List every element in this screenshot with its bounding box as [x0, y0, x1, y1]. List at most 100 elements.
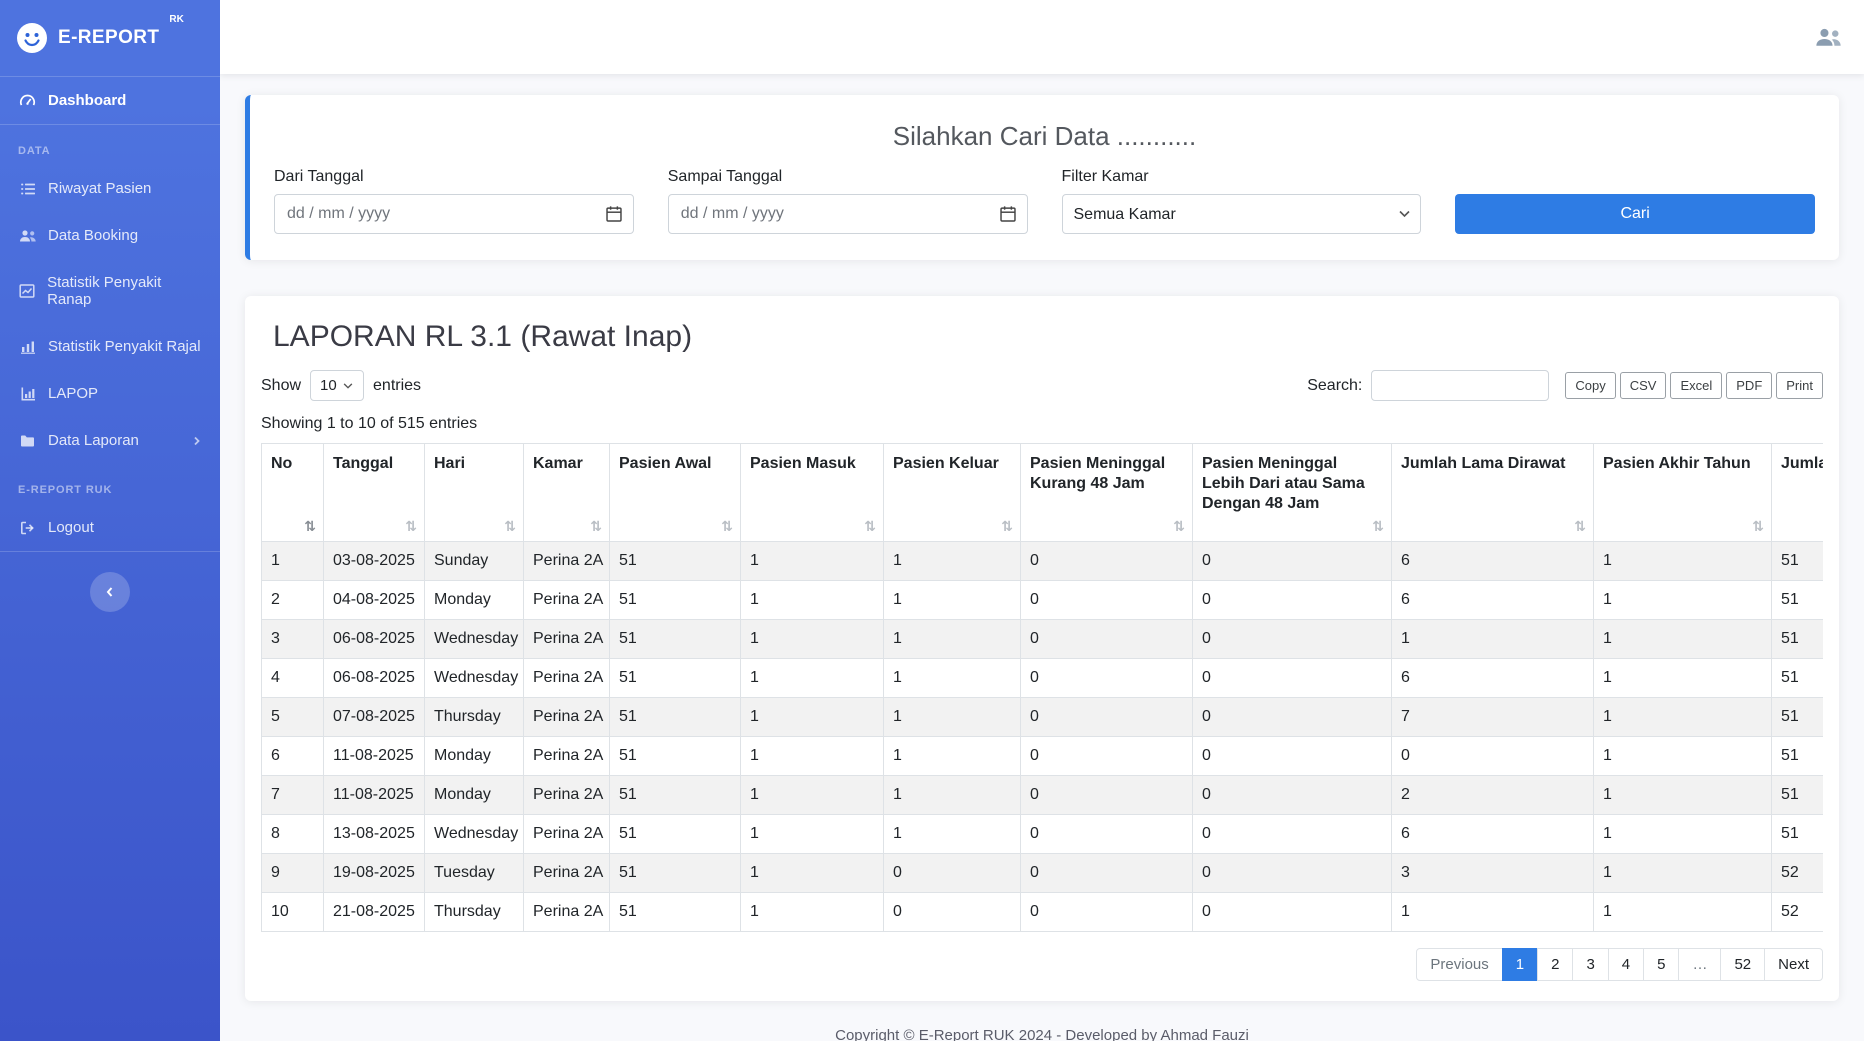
- table-row: 919-08-2025TuesdayPerina 2A5110003152: [262, 854, 1824, 893]
- column-header[interactable]: Jumlah Lama Dirawat⇅: [1392, 444, 1594, 542]
- sidebar-item-statistik-penyakit-ranap[interactable]: Statistik Penyakit Ranap: [0, 259, 220, 323]
- sidebar-item-data-booking[interactable]: Data Booking: [0, 212, 220, 259]
- cari-group: Cari: [1455, 168, 1815, 234]
- table-cell: 51: [610, 581, 741, 620]
- table-cell: 1: [1594, 854, 1772, 893]
- sidebar-toggle-button[interactable]: [90, 572, 130, 612]
- report-title: LAPORAN RL 3.1 (Rawat Inap): [273, 320, 1823, 354]
- column-header[interactable]: Pasien Akhir Tahun⇅: [1594, 444, 1772, 542]
- sidebar: E-REPORT RK Dashboard DATA Riwayat Pasie…: [0, 0, 220, 1041]
- column-header[interactable]: Tanggal⇅: [324, 444, 425, 542]
- sidebar-item-data-laporan[interactable]: Data Laporan: [0, 417, 220, 464]
- sort-icon: ⇅: [304, 519, 316, 537]
- filter-kamar-select[interactable]: Semua Kamar: [1062, 194, 1422, 234]
- pagination-previous-button[interactable]: Previous: [1416, 948, 1502, 981]
- sort-icon: ⇅: [1752, 519, 1764, 537]
- table-cell: 1: [884, 542, 1021, 581]
- export-pdf-button[interactable]: PDF: [1726, 372, 1772, 399]
- table-cell: Monday: [425, 737, 524, 776]
- sidebar-item-label: LAPOP: [48, 385, 98, 402]
- cari-button[interactable]: Cari: [1455, 194, 1815, 234]
- table-cell: 1: [1594, 815, 1772, 854]
- table-cell: 1: [884, 737, 1021, 776]
- pagination-page-52-button[interactable]: 52: [1720, 948, 1765, 981]
- column-header[interactable]: Pasien Meninggal Lebih Dari atau Sama De…: [1193, 444, 1392, 542]
- sidebar-item-lapop[interactable]: LAPOP: [0, 370, 220, 417]
- sidebar-item-statistik-penyakit-rajal[interactable]: Statistik Penyakit Rajal: [0, 323, 220, 370]
- column-header-label: Pasien Keluar: [893, 455, 999, 472]
- pagination-page-3-button[interactable]: 3: [1572, 948, 1608, 981]
- column-header-label: Pasien Meninggal Kurang 48 Jam: [1030, 455, 1165, 492]
- export-copy-button[interactable]: Copy: [1565, 372, 1615, 399]
- table-cell: 52: [1772, 854, 1824, 893]
- report-table-body: 103-08-2025SundayPerina 2A5111006151204-…: [262, 542, 1824, 932]
- column-header[interactable]: Pasien Awal ⇅: [610, 444, 741, 542]
- table-cell: 7: [262, 776, 324, 815]
- column-header[interactable]: Kamar⇅: [524, 444, 610, 542]
- users-icon: [18, 228, 37, 244]
- table-cell: 1: [884, 581, 1021, 620]
- column-header[interactable]: Pasien Meninggal Kurang 48 Jam⇅: [1021, 444, 1193, 542]
- export-buttons: CopyCSVExcelPDFPrint: [1561, 372, 1823, 399]
- column-header[interactable]: Hari⇅: [425, 444, 524, 542]
- sort-icon: ⇅: [864, 519, 876, 537]
- table-cell: 19-08-2025: [324, 854, 425, 893]
- to-date-input[interactable]: [668, 194, 1028, 234]
- table-cell: 51: [610, 893, 741, 932]
- pagination-page-2-button[interactable]: 2: [1537, 948, 1573, 981]
- table-cell: Sunday: [425, 542, 524, 581]
- main-area: Silahkan Cari Data ........... Dari Tang…: [220, 0, 1864, 1041]
- search-label: Search:: [1307, 377, 1362, 395]
- sidebar-item-riwayat-pasien[interactable]: Riwayat Pasien: [0, 165, 220, 212]
- page-length-select[interactable]: 10: [310, 370, 364, 401]
- filter-kamar-label: Filter Kamar: [1062, 168, 1422, 186]
- column-header[interactable]: Pasien Masuk⇅: [741, 444, 884, 542]
- pagination-page-4-button[interactable]: 4: [1608, 948, 1644, 981]
- report-table-header-row: No⇅Tanggal⇅Hari⇅Kamar⇅Pasien Awal⇅Pasien…: [262, 444, 1824, 542]
- table-cell: Perina 2A: [524, 542, 610, 581]
- column-header[interactable]: No⇅: [262, 444, 324, 542]
- brand-name: E-REPORT: [58, 27, 159, 49]
- column-header[interactable]: Pasien Keluar⇅: [884, 444, 1021, 542]
- table-cell: 1: [1594, 659, 1772, 698]
- sort-icon: ⇅: [504, 519, 516, 537]
- table-cell: 1: [741, 893, 884, 932]
- column-header-label: Pasien Awal: [619, 455, 712, 472]
- table-cell: 0: [1193, 893, 1392, 932]
- dashboard-icon: [18, 92, 37, 109]
- pagination-next-button[interactable]: Next: [1764, 948, 1823, 981]
- export-print-button[interactable]: Print: [1776, 372, 1823, 399]
- sidebar-item-logout[interactable]: Logout: [0, 504, 220, 551]
- table-cell: Perina 2A: [524, 698, 610, 737]
- export-excel-button[interactable]: Excel: [1670, 372, 1722, 399]
- sort-icon: ⇅: [721, 519, 733, 537]
- pagination-page-5-button[interactable]: 5: [1643, 948, 1679, 981]
- table-cell: 51: [610, 542, 741, 581]
- table-cell: Perina 2A: [524, 659, 610, 698]
- table-cell: 51: [1772, 698, 1824, 737]
- export-csv-button[interactable]: CSV: [1620, 372, 1667, 399]
- sidebar-item-dashboard[interactable]: Dashboard: [0, 77, 220, 124]
- pagination-page-1-button[interactable]: 1: [1502, 948, 1538, 981]
- table-cell: 1: [741, 698, 884, 737]
- users-icon[interactable]: [1815, 26, 1842, 48]
- table-cell: 0: [1021, 698, 1193, 737]
- table-cell: 1: [1594, 542, 1772, 581]
- table-cell: 0: [1021, 776, 1193, 815]
- from-date-label: Dari Tanggal: [274, 168, 634, 186]
- table-cell: 2: [1392, 776, 1594, 815]
- brand[interactable]: E-REPORT RK: [0, 0, 220, 76]
- from-date-group: Dari Tanggal: [274, 168, 634, 234]
- table-search-input[interactable]: [1371, 370, 1549, 401]
- column-header[interactable]: Jumlah⇅: [1772, 444, 1824, 542]
- sort-icon: ⇅: [405, 519, 417, 537]
- sidebar-item-label: Dashboard: [48, 92, 126, 109]
- table-cell: Perina 2A: [524, 581, 610, 620]
- sidebar-item-label: Logout: [48, 519, 94, 536]
- chart-line-icon: [18, 283, 36, 299]
- sort-icon: ⇅: [1372, 519, 1384, 537]
- table-cell: 0: [1021, 659, 1193, 698]
- from-date-input[interactable]: [274, 194, 634, 234]
- table-cell: 1: [1594, 620, 1772, 659]
- table-cell: Perina 2A: [524, 620, 610, 659]
